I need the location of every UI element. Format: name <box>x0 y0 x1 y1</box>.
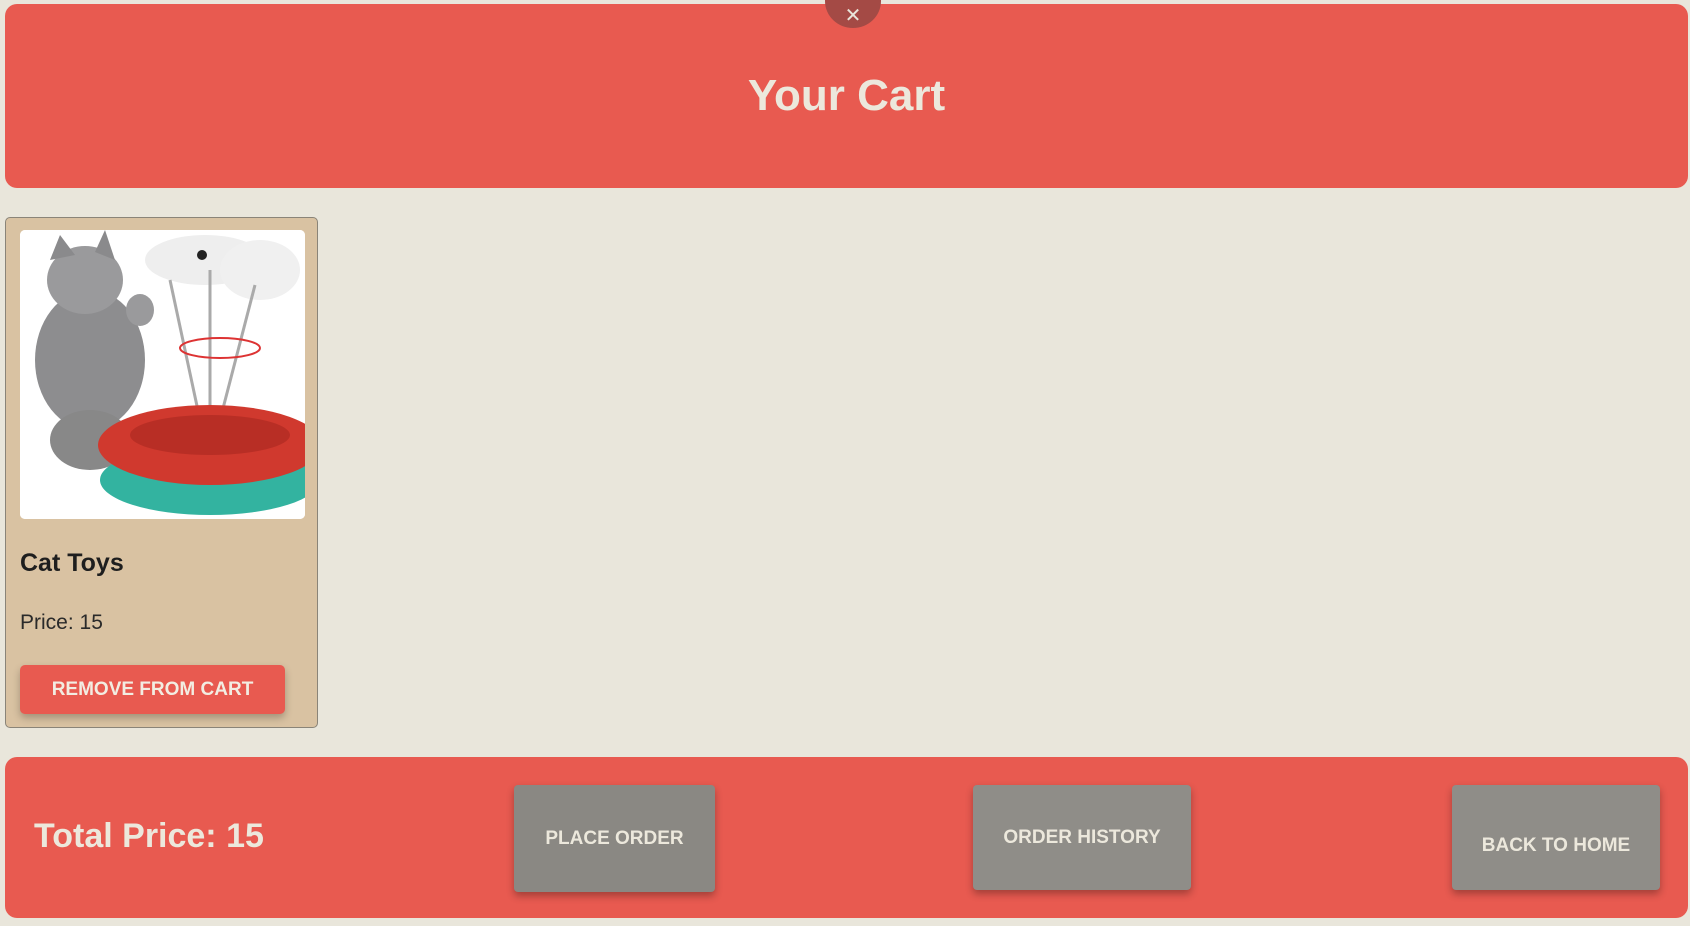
back-to-home-button[interactable]: BACK TO HOME <box>1452 785 1660 890</box>
cart-header: ✕ Your Cart <box>5 0 1688 188</box>
remove-from-cart-button[interactable]: REMOVE FROM CART <box>20 665 285 714</box>
page-title: Your Cart <box>747 71 946 120</box>
total-price: Total Price: 15 <box>34 817 264 855</box>
product-name: Cat Toys <box>20 549 124 577</box>
place-order-button[interactable]: PLACE ORDER <box>514 785 715 892</box>
cart-item-card: Cat Toys Price: 15 REMOVE FROM CART <box>5 217 318 728</box>
product-image <box>20 230 305 519</box>
product-price: Price: 15 <box>20 611 103 634</box>
close-icon: ✕ <box>844 5 862 27</box>
order-history-button[interactable]: ORDER HISTORY <box>973 785 1191 890</box>
close-button[interactable]: ✕ <box>825 0 881 28</box>
cart-footer: Total Price: 15 PLACE ORDER ORDER HISTOR… <box>5 757 1688 918</box>
